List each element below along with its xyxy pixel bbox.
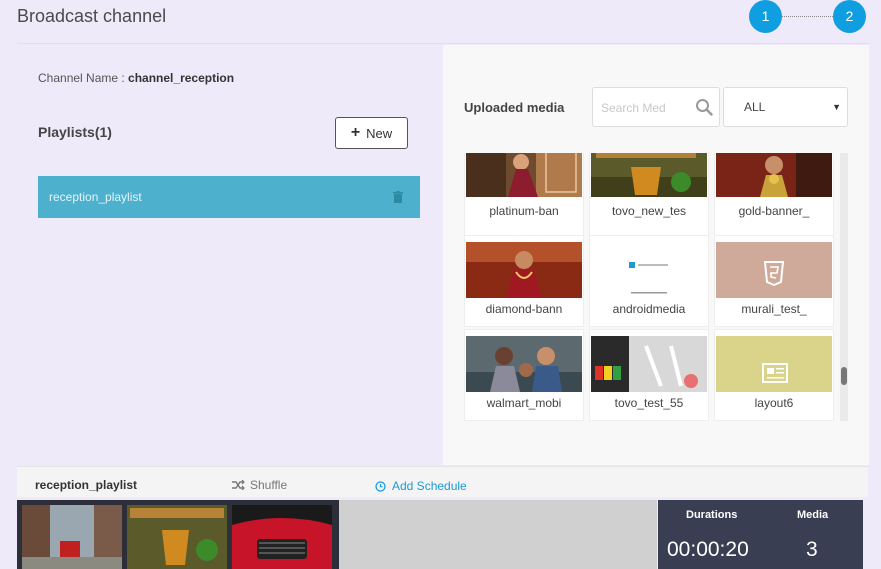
- media-tile[interactable]: murali_test_: [714, 235, 834, 327]
- media-tile[interactable]: tovo_test_55: [589, 329, 709, 421]
- timeline-empty-area: [339, 500, 657, 569]
- red-car-photo-icon[interactable]: [232, 505, 332, 569]
- step-connector: [782, 16, 833, 17]
- street-photo-icon[interactable]: [22, 505, 122, 569]
- family-photo-icon: [466, 336, 582, 392]
- dropdown-arrow-icon: ▼: [832, 102, 841, 112]
- saree-photo-icon: [466, 153, 582, 197]
- playlist-timeline: [17, 500, 339, 569]
- playlist-stats: Durations 00:00:20 Media 3: [658, 500, 863, 569]
- selected-playlist-name: reception_playlist: [35, 478, 138, 492]
- media-tile[interactable]: diamond-bann: [464, 235, 584, 327]
- playlist-item[interactable]: reception_playlist: [38, 176, 420, 218]
- media-label: layout6: [754, 396, 794, 410]
- media-panel: Uploaded media ALL ▼ platinum-ban: [443, 45, 869, 465]
- add-schedule-button[interactable]: Add Schedule: [375, 479, 467, 493]
- channel-name-label: Channel Name :: [38, 71, 129, 85]
- media-label: murali_test_: [741, 302, 807, 316]
- playlist-item-label: reception_playlist: [49, 190, 142, 204]
- step-2-indicator[interactable]: 2: [833, 0, 866, 33]
- media-tile[interactable]: gold-banner_: [714, 153, 834, 238]
- playlists-panel: Channel Name : channel_reception Playlis…: [17, 45, 443, 465]
- media-tile[interactable]: tovo_new_tes: [589, 153, 709, 238]
- media-label: diamond-bann: [485, 302, 563, 316]
- trash-icon[interactable]: [393, 191, 403, 203]
- media-tile[interactable]: platinum-ban: [464, 153, 584, 238]
- jewelry-photo-icon: [716, 153, 832, 197]
- infusion-century-photo-icon: [591, 153, 707, 197]
- document-thumbnail-icon: [591, 242, 707, 298]
- header: Broadcast channel 1 2: [0, 0, 881, 44]
- channel-name: Channel Name : channel_reception: [38, 71, 234, 85]
- media-filter-value: ALL: [744, 100, 766, 114]
- playlists-title: Playlists(1): [38, 124, 112, 140]
- schedule-toolbar: reception_playlist Shuffle Add Schedule: [17, 466, 868, 497]
- media-scrollbar-thumb[interactable]: [841, 367, 847, 385]
- add-schedule-label: Add Schedule: [392, 479, 467, 493]
- durations-label: Durations: [686, 509, 738, 521]
- shuffle-label: Shuffle: [250, 478, 288, 492]
- new-playlist-label: New: [366, 125, 393, 141]
- media-label: walmart_mobi: [486, 396, 562, 410]
- durations-value: 00:00:20: [667, 538, 749, 561]
- media-tile[interactable]: walmart_mobi: [464, 329, 584, 421]
- header-divider: [17, 43, 869, 44]
- media-scrollbar[interactable]: [840, 153, 848, 421]
- clock-icon: [375, 480, 386, 492]
- media-search-input[interactable]: [601, 98, 693, 118]
- media-grid: platinum-ban tovo_new_tes gold-banner_ d…: [464, 153, 839, 423]
- search-icon[interactable]: [695, 98, 713, 116]
- media-count-label: Media: [797, 509, 829, 521]
- holi-drinks-photo-icon: [591, 336, 707, 392]
- media-count-value: 3: [806, 538, 818, 561]
- media-label: tovo_new_tes: [611, 204, 687, 218]
- step-1-indicator[interactable]: 1: [749, 0, 782, 33]
- layout-icon: [716, 336, 832, 392]
- media-filter-select[interactable]: ALL ▼: [723, 87, 848, 127]
- media-label: platinum-ban: [489, 204, 559, 218]
- page-title: Broadcast channel: [17, 6, 167, 26]
- media-label: gold-banner_: [738, 204, 810, 218]
- shuffle-button[interactable]: Shuffle: [232, 478, 287, 492]
- channel-name-value: channel_reception: [128, 71, 235, 85]
- media-tile[interactable]: androidmedia: [589, 235, 709, 327]
- plus-icon: +: [350, 124, 361, 141]
- uploaded-media-label: Uploaded media: [464, 100, 565, 115]
- media-search-box[interactable]: [592, 87, 720, 127]
- media-tile[interactable]: layout6: [714, 329, 834, 421]
- media-label: tovo_test_55: [614, 396, 684, 410]
- shuffle-icon: [232, 480, 245, 490]
- html5-icon: [716, 242, 832, 298]
- infusion-century-photo-icon[interactable]: [127, 505, 227, 569]
- new-playlist-button[interactable]: + New: [335, 117, 408, 149]
- necklace-photo-icon: [466, 242, 582, 298]
- media-label: androidmedia: [612, 302, 686, 316]
